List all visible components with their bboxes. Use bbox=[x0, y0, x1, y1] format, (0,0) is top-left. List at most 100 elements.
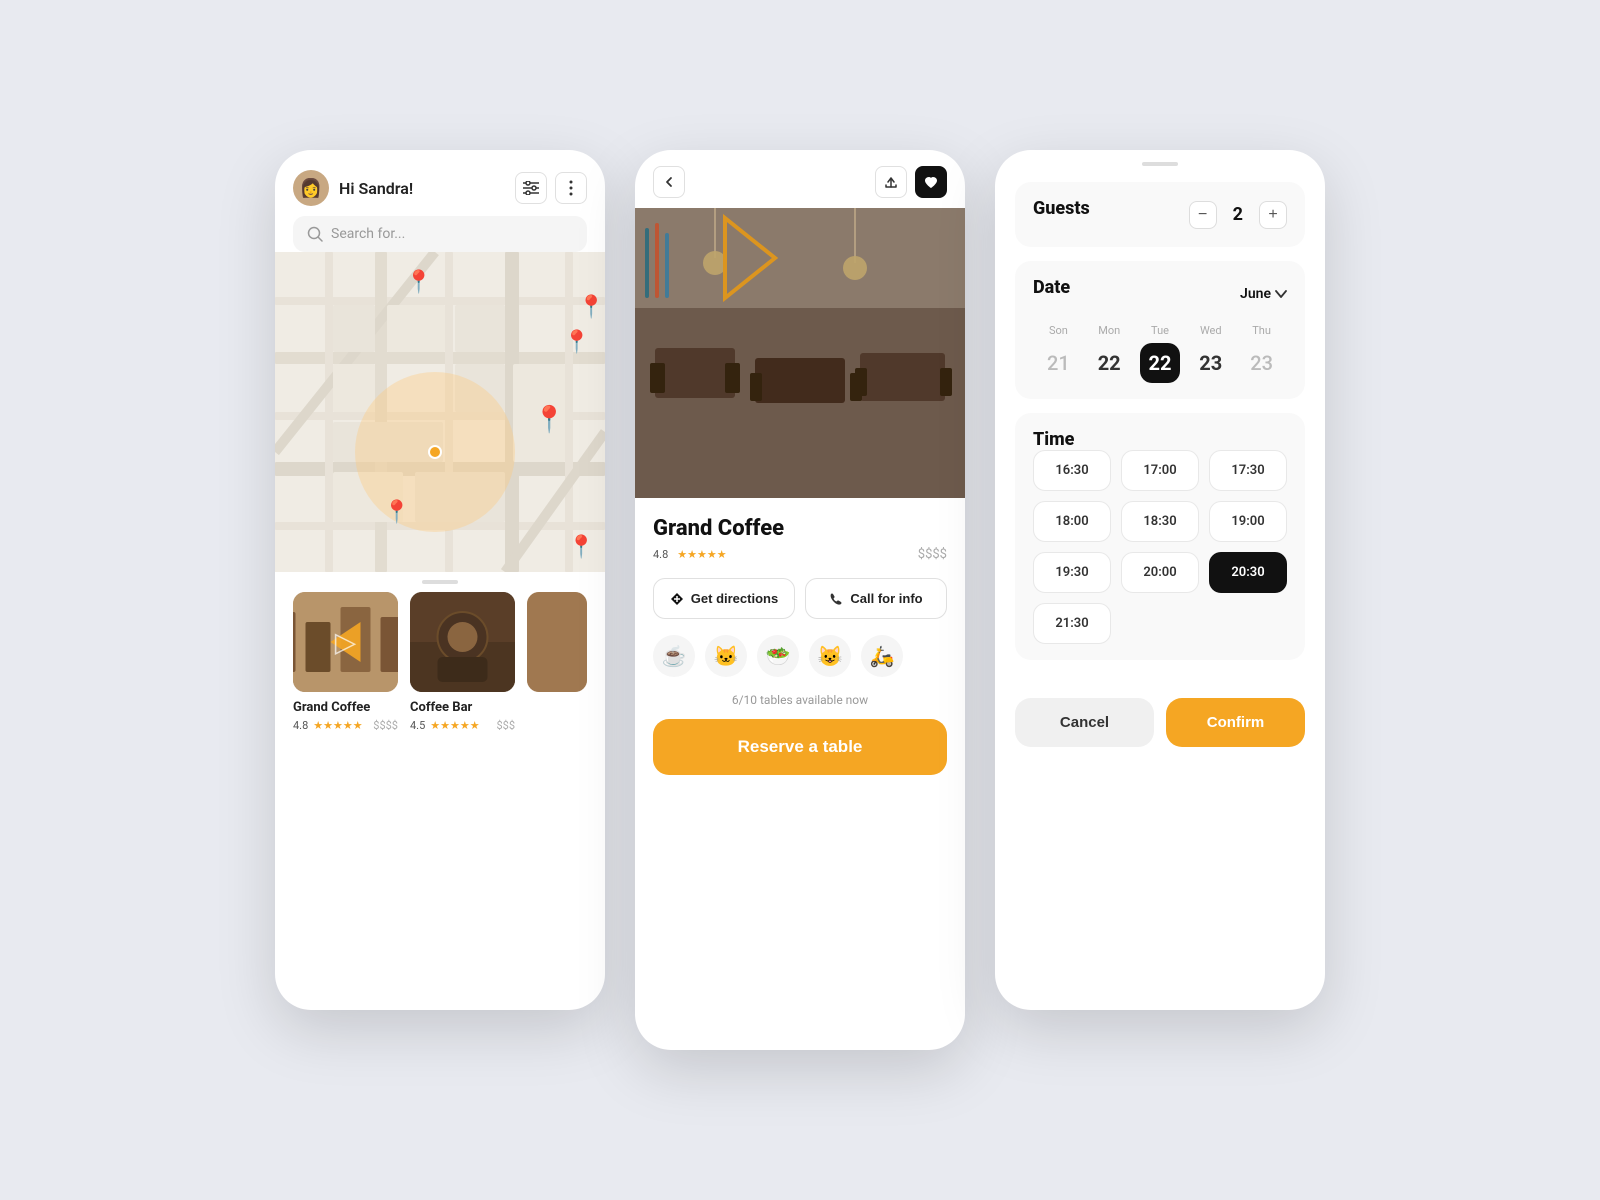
time-slot-1830[interactable]: 18:30 bbox=[1121, 501, 1199, 542]
time-slot-1700[interactable]: 17:00 bbox=[1121, 450, 1199, 491]
time-slot-1730[interactable]: 17:30 bbox=[1209, 450, 1287, 491]
time-slot-1800[interactable]: 18:00 bbox=[1033, 501, 1111, 542]
card-rating-1: 4.8 ★★★★★ bbox=[293, 719, 363, 732]
search-bar[interactable]: Search for... bbox=[293, 216, 587, 252]
booking-screen: Guests − 2 + Date June bbox=[995, 150, 1325, 1010]
restaurant-image bbox=[635, 208, 965, 498]
card-image-2 bbox=[410, 592, 515, 692]
card-name-1: Grand Coffee bbox=[293, 700, 398, 715]
time-slot-1930[interactable]: 19:30 bbox=[1033, 552, 1111, 593]
header-left: 👩 Hi Sandra! bbox=[293, 170, 413, 206]
notch bbox=[995, 150, 1325, 172]
guests-label: Guests bbox=[1033, 198, 1090, 219]
favorite-button[interactable] bbox=[915, 166, 947, 198]
guests-count: 2 bbox=[1233, 204, 1243, 225]
notch-bar bbox=[1142, 162, 1178, 166]
filter-button[interactable] bbox=[515, 172, 547, 204]
stars-1: ★★★★★ bbox=[313, 719, 362, 732]
restaurant-card-2[interactable]: Coffee Bar 4.5 ★★★★★ $$$ bbox=[410, 592, 515, 732]
map-screen: 👩 Hi Sandra! bbox=[275, 150, 605, 1010]
day-num-1: 22 bbox=[1089, 343, 1129, 383]
month-selector[interactable]: June bbox=[1240, 286, 1287, 302]
cal-day-3[interactable]: Wed 23 bbox=[1185, 324, 1236, 383]
map-pin-1[interactable]: 📍 bbox=[405, 272, 432, 294]
phone-icon bbox=[829, 592, 843, 606]
emoji-scooter: 🛵 bbox=[861, 635, 903, 677]
day-name-2: Tue bbox=[1135, 324, 1186, 337]
detail-screen: Grand Coffee 4.8 ★★★★★ $$$$ Get directio… bbox=[635, 150, 965, 1050]
time-slot-2000[interactable]: 20:00 bbox=[1121, 552, 1199, 593]
header-right bbox=[515, 172, 587, 204]
emoji-salad: 🥗 bbox=[757, 635, 799, 677]
call-for-info-button[interactable]: Call for info bbox=[805, 578, 947, 619]
more-button[interactable] bbox=[555, 172, 587, 204]
detail-price: $$$$ bbox=[918, 547, 947, 562]
booking-content: Guests − 2 + Date June bbox=[995, 172, 1325, 698]
decrease-guests-button[interactable]: − bbox=[1189, 201, 1217, 229]
map-pin-selected[interactable]: 📍 bbox=[533, 407, 565, 433]
cancel-button[interactable]: Cancel bbox=[1015, 698, 1154, 747]
share-button[interactable] bbox=[875, 166, 907, 198]
card-meta-2: 4.5 ★★★★★ $$$ bbox=[410, 719, 515, 732]
avatar: 👩 bbox=[293, 170, 329, 206]
day-num-4: 23 bbox=[1242, 343, 1282, 383]
restaurant-meta: 4.8 ★★★★★ $$$$ bbox=[653, 547, 947, 562]
guests-section: Guests − 2 + bbox=[1015, 182, 1305, 247]
price-2: $$$ bbox=[496, 719, 515, 732]
time-slot-2030[interactable]: 20:30 bbox=[1209, 552, 1287, 593]
current-location-dot bbox=[428, 445, 442, 459]
directions-label: Get directions bbox=[691, 591, 778, 606]
day-name-3: Wed bbox=[1185, 324, 1236, 337]
guests-row: Guests − 2 + bbox=[1033, 198, 1287, 231]
cal-day-4[interactable]: Thu 23 bbox=[1236, 324, 1287, 383]
map-area[interactable]: 📍 📍 📍 📍 📍 📍 bbox=[275, 252, 605, 572]
restaurant-name: Grand Coffee bbox=[653, 516, 947, 541]
map-pin-2[interactable]: 📍 bbox=[578, 297, 605, 319]
time-slot-1630[interactable]: 16:30 bbox=[1033, 450, 1111, 491]
date-label: Date bbox=[1033, 277, 1070, 298]
day-name-0: Son bbox=[1033, 324, 1084, 337]
restaurant-card-1[interactable]: Grand Coffee 4.8 ★★★★★ $$$$ bbox=[293, 592, 398, 732]
stars-2: ★★★★★ bbox=[430, 719, 479, 732]
date-header: Date June bbox=[1033, 277, 1287, 310]
chevron-down-icon bbox=[1275, 290, 1287, 298]
day-name-1: Mon bbox=[1084, 324, 1135, 337]
detail-actions-header bbox=[875, 166, 947, 198]
detail-stars: ★★★★★ bbox=[677, 548, 726, 561]
emoji-cat: 🐱 bbox=[705, 635, 747, 677]
greeting-text: Hi Sandra! bbox=[339, 179, 413, 198]
category-emojis: ☕ 🐱 🥗 😺 🛵 bbox=[653, 635, 947, 677]
cal-day-1[interactable]: Mon 22 bbox=[1084, 324, 1135, 383]
guests-counter: − 2 + bbox=[1189, 201, 1287, 229]
calendar-row: Son 21 Mon 22 Tue 22 Wed 23 bbox=[1033, 324, 1287, 383]
scroll-indicator bbox=[275, 572, 605, 592]
scroll-dot bbox=[422, 580, 458, 584]
time-label: Time bbox=[1033, 429, 1074, 450]
time-grid: 16:30 17:00 17:30 18:00 18:30 19:00 19:3… bbox=[1033, 450, 1287, 644]
get-directions-button[interactable]: Get directions bbox=[653, 578, 795, 619]
search-placeholder: Search for... bbox=[331, 226, 405, 242]
day-num-2: 22 bbox=[1140, 343, 1180, 383]
increase-guests-button[interactable]: + bbox=[1259, 201, 1287, 229]
card-image-1 bbox=[293, 592, 398, 692]
map-pin-4[interactable]: 📍 bbox=[383, 502, 410, 524]
search-icon bbox=[307, 226, 323, 242]
map-pin-5[interactable]: 📍 bbox=[568, 537, 595, 559]
card-meta-1: 4.8 ★★★★★ $$$$ bbox=[293, 719, 398, 732]
confirm-button[interactable]: Confirm bbox=[1166, 698, 1305, 747]
reserve-table-button[interactable]: Reserve a table bbox=[653, 719, 947, 775]
cal-day-2[interactable]: Tue 22 bbox=[1135, 324, 1186, 383]
time-slot-2130[interactable]: 21:30 bbox=[1033, 603, 1111, 644]
restaurant-card-3[interactable] bbox=[527, 592, 587, 732]
map-header: 👩 Hi Sandra! bbox=[275, 150, 605, 216]
map-pin-3[interactable]: 📍 bbox=[563, 332, 590, 354]
back-button[interactable] bbox=[653, 166, 685, 198]
day-num-0: 21 bbox=[1038, 343, 1078, 383]
time-slot-1900[interactable]: 19:00 bbox=[1209, 501, 1287, 542]
card-image-3 bbox=[527, 592, 587, 692]
booking-action-buttons: Cancel Confirm bbox=[995, 698, 1325, 771]
meta-left: 4.8 ★★★★★ bbox=[653, 548, 727, 561]
cal-day-0[interactable]: Son 21 bbox=[1033, 324, 1084, 383]
time-section: Time 16:30 17:00 17:30 18:00 18:30 19:00… bbox=[1015, 413, 1305, 660]
detail-nav bbox=[635, 150, 965, 208]
